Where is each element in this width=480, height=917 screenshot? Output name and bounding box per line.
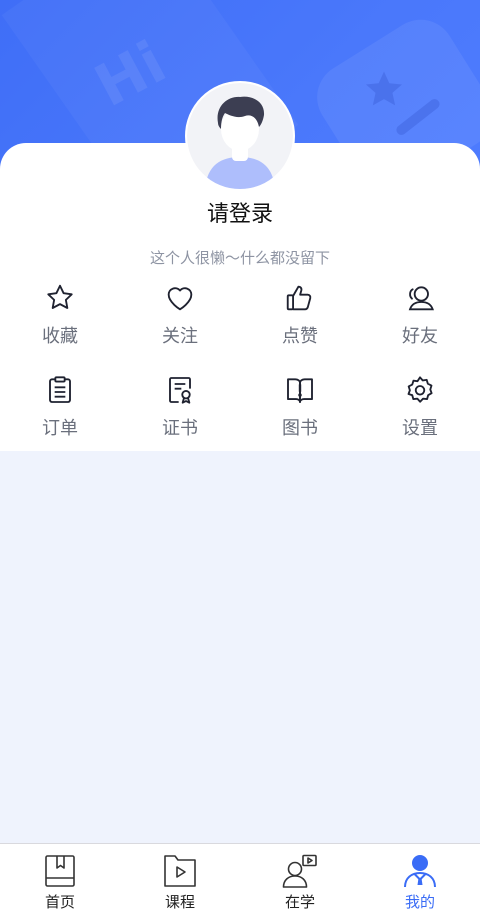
star-icon bbox=[44, 282, 76, 314]
clipboard-icon bbox=[44, 374, 76, 406]
course-play-icon bbox=[163, 853, 197, 889]
menu-item-settings[interactable]: 设置 bbox=[360, 370, 480, 462]
tab-label: 在学 bbox=[284, 893, 315, 911]
tab-courses[interactable]: 课程 bbox=[120, 844, 240, 917]
tab-profile[interactable]: 我的 bbox=[360, 844, 480, 917]
menu-label: 证书 bbox=[162, 418, 198, 439]
friends-icon bbox=[404, 282, 436, 314]
tab-label: 我的 bbox=[404, 893, 435, 911]
tab-learning[interactable]: 在学 bbox=[240, 844, 360, 917]
content-area bbox=[0, 451, 480, 843]
menu-label: 关注 bbox=[162, 326, 198, 347]
menu-label: 设置 bbox=[402, 418, 438, 439]
menu-grid: 收藏 关注 点赞 好友 订单 证书 图书 设置 bbox=[0, 278, 480, 462]
home-book-icon bbox=[43, 853, 77, 889]
menu-label: 图书 bbox=[282, 418, 318, 439]
bottom-tab-bar: 首页 课程 在学 我的 bbox=[0, 843, 480, 917]
menu-label: 点赞 bbox=[282, 326, 318, 347]
menu-item-following[interactable]: 关注 bbox=[120, 278, 240, 370]
menu-item-likes[interactable]: 点赞 bbox=[240, 278, 360, 370]
menu-item-favorites[interactable]: 收藏 bbox=[0, 278, 120, 370]
menu-item-books[interactable]: 图书 bbox=[240, 370, 360, 462]
menu-label: 收藏 bbox=[42, 326, 78, 347]
menu-item-orders[interactable]: 订单 bbox=[0, 370, 120, 462]
user-bio: 这个人很懒～什么都没留下 bbox=[149, 249, 330, 267]
decorative-star-icon bbox=[366, 71, 402, 106]
learning-icon bbox=[282, 853, 318, 889]
avatar[interactable] bbox=[187, 83, 293, 189]
profile-icon bbox=[403, 853, 437, 889]
tab-home[interactable]: 首页 bbox=[0, 844, 120, 917]
book-icon bbox=[284, 374, 316, 406]
tab-label: 课程 bbox=[164, 893, 195, 911]
gear-icon bbox=[404, 374, 436, 406]
menu-label: 好友 bbox=[402, 326, 438, 347]
tab-label: 首页 bbox=[44, 893, 75, 911]
menu-item-friends[interactable]: 好友 bbox=[360, 278, 480, 370]
menu-item-certificates[interactable]: 证书 bbox=[120, 370, 240, 462]
thumbs-up-icon bbox=[284, 282, 316, 314]
certificate-icon bbox=[164, 374, 196, 406]
default-avatar-icon bbox=[187, 83, 293, 189]
heart-icon bbox=[164, 282, 196, 314]
menu-label: 订单 bbox=[42, 418, 78, 439]
login-prompt[interactable]: 请登录 bbox=[0, 196, 480, 228]
